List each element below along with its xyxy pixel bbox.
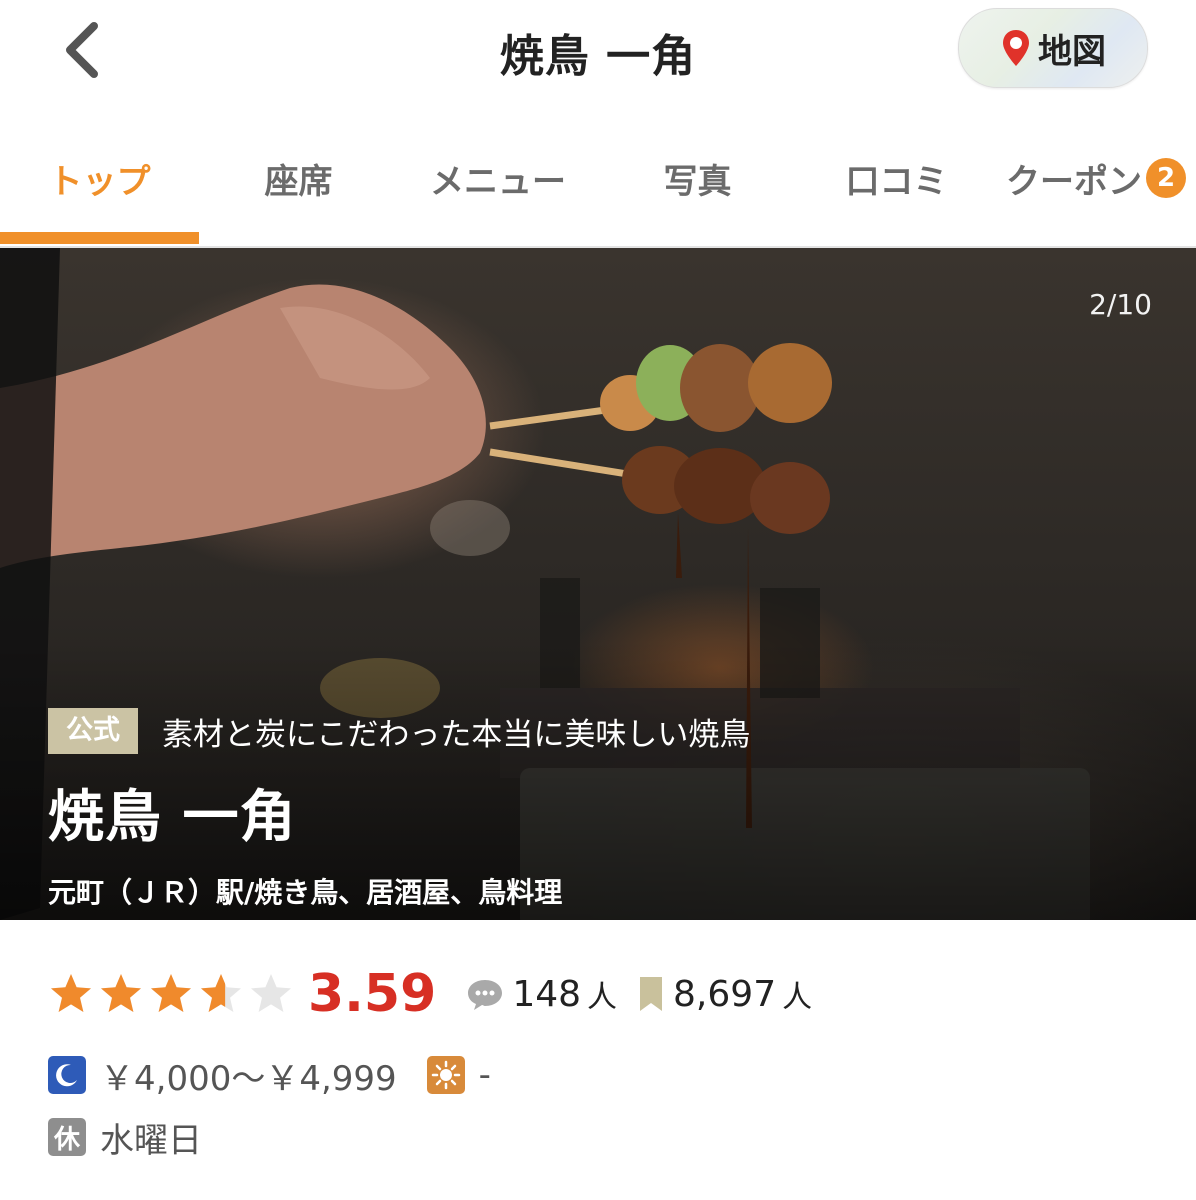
photo-counter: 2/10 (1089, 288, 1152, 321)
tab-label: メニュー (430, 161, 566, 202)
moon-icon (48, 1056, 86, 1094)
review-count-value: 148 (512, 973, 582, 1015)
bookmark-icon (640, 977, 663, 1011)
review-count[interactable]: 148 人 (466, 972, 617, 1016)
holiday-icon: 休 (48, 1118, 86, 1156)
star-icon (151, 974, 191, 1012)
save-count-unit: 人 (782, 980, 813, 1015)
holiday-value: 水曜日 (100, 1120, 202, 1161)
rating-row: 3.59 148 人 8,697 人 (48, 964, 832, 1024)
star-icon (251, 974, 291, 1012)
tab-bar: トップ 座席 メニュー 写真 口コミ クーポン 2 (0, 110, 1196, 248)
tab-label: 口コミ (845, 161, 948, 202)
hero-photo[interactable]: 2/10 公式 素材と炭にこだわった本当に美味しい焼鳥 焼鳥 一角 元町（ＪＲ）… (0, 248, 1196, 920)
tab-label: 写真 (663, 161, 732, 202)
official-badge: 公式 (48, 708, 138, 754)
area-genre: 元町（ＪＲ）駅/焼き鳥、居酒屋、鳥料理 (48, 876, 563, 909)
comment-icon (468, 980, 503, 1010)
catch-row: 公式 素材と炭にこだわった本当に美味しい焼鳥 (48, 708, 750, 754)
save-count-value: 8,697 (673, 973, 777, 1015)
header: 焼鳥 一角 地図 (0, 0, 1196, 110)
rating-score: 3.59 (308, 964, 437, 1024)
price-row: ￥4,000～￥4,999 - (48, 1052, 491, 1099)
coupon-count-badge: 2 (1146, 158, 1186, 198)
sun-icon (426, 1056, 465, 1094)
tab-seats[interactable]: 座席 (199, 110, 398, 246)
dinner-price: ￥4,000～￥4,999 (100, 1058, 397, 1099)
star-rating (48, 971, 298, 1017)
tab-reviews[interactable]: 口コミ (797, 110, 996, 246)
hero-info: 公式 素材と炭にこだわった本当に美味しい焼鳥 焼鳥 一角 元町（ＪＲ）駅/焼き鳥… (48, 708, 750, 911)
holiday-row: 休 水曜日 (48, 1114, 202, 1161)
active-tab-indicator (0, 232, 199, 244)
tab-label: 座席 (264, 161, 333, 202)
star-icon (51, 974, 91, 1012)
star-icon (201, 974, 241, 1012)
save-count[interactable]: 8,697 人 (637, 972, 812, 1016)
map-button[interactable]: 地図 (958, 8, 1148, 88)
lunch-price: - (478, 1055, 491, 1095)
tab-photos[interactable]: 写真 (598, 110, 797, 246)
tab-menu[interactable]: メニュー (398, 110, 598, 246)
review-count-unit: 人 (587, 980, 618, 1015)
tab-label: トップ (48, 161, 151, 202)
star-icon (101, 974, 141, 1012)
map-pin-icon (1003, 30, 1029, 66)
restaurant-name: 焼鳥 一角 (48, 785, 297, 850)
map-button-label: 地図 (1038, 31, 1106, 72)
catchphrase: 素材と炭にこだわった本当に美味しい焼鳥 (162, 716, 751, 753)
tab-coupons[interactable]: クーポン 2 (996, 110, 1196, 246)
tab-label: クーポン (1006, 161, 1142, 202)
tab-top[interactable]: トップ (0, 110, 199, 246)
